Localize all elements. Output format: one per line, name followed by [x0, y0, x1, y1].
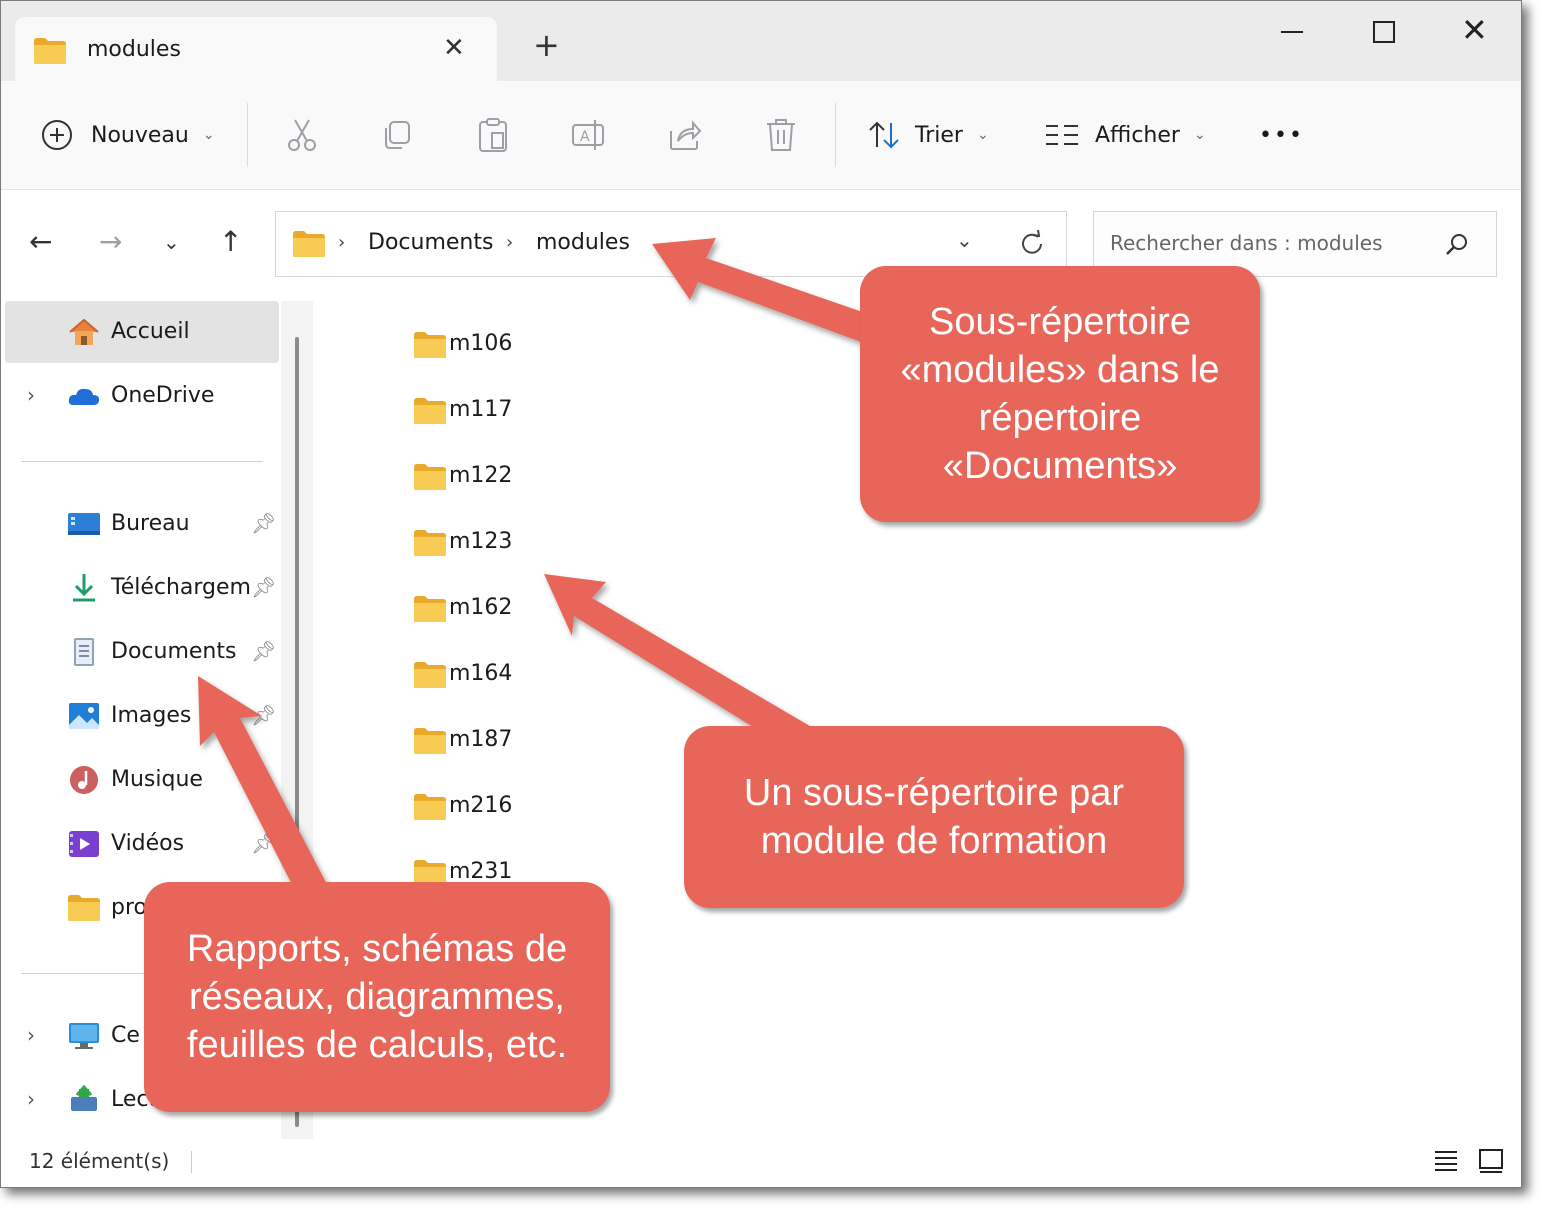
- callout-one-subdirectory-per-module: Un sous-répertoire par module de formati…: [684, 726, 1184, 908]
- callout-document-types: Rapports, schémas de réseaux, diagrammes…: [144, 882, 610, 1112]
- arrow-to-documents: [198, 676, 330, 904]
- arrow-to-address-bar: [652, 238, 880, 346]
- callout-modules-subdirectory: Sous-répertoire «modules» dans le répert…: [860, 266, 1260, 522]
